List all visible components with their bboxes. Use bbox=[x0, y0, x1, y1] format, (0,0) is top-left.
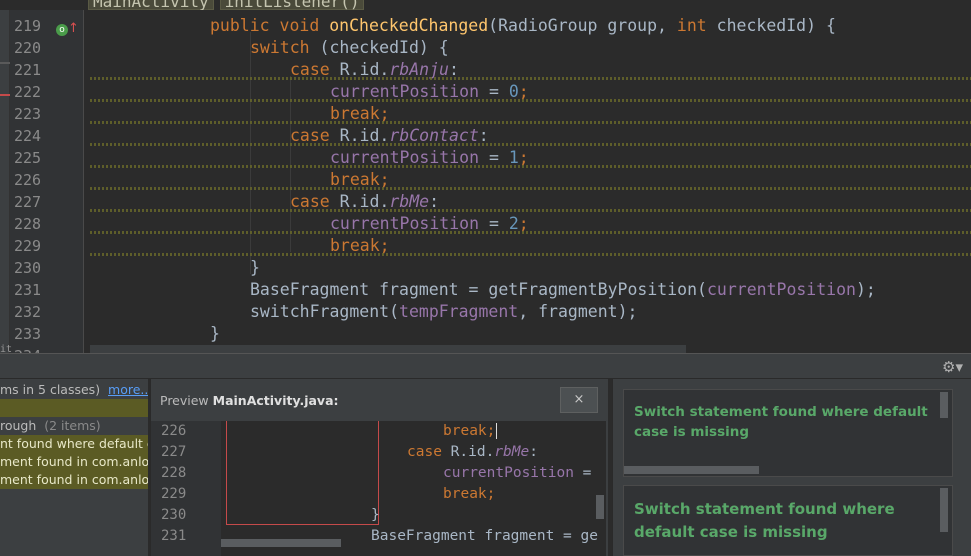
problem-description-panel: Switch statement found where default cas… bbox=[612, 379, 971, 556]
line-number: 223 bbox=[14, 105, 42, 123]
code-line-230: } bbox=[250, 258, 260, 277]
line-number: 230 bbox=[161, 507, 187, 523]
line-number: 231 bbox=[161, 528, 187, 544]
line-number: 226 bbox=[14, 171, 42, 189]
more-link[interactable]: more... bbox=[108, 382, 148, 397]
line-number: 226 bbox=[161, 423, 187, 439]
code-line-220: switch (checkedId) { bbox=[250, 38, 449, 57]
indent-guide bbox=[250, 32, 251, 274]
problem-text: Switch statement found where default cas… bbox=[634, 404, 928, 440]
breadcrumb-method[interactable]: initListener() bbox=[219, 0, 365, 11]
line-number: 232 bbox=[14, 303, 42, 321]
preview-code[interactable]: break; case R.id.rbMe: currentPosition =… bbox=[221, 421, 606, 556]
problem-scrollbar[interactable] bbox=[940, 392, 948, 418]
editor-gutter: 219 220 221 222 223 224 225 226 227 228 … bbox=[10, 10, 84, 365]
tree-group[interactable]: rough (2 items) bbox=[0, 417, 101, 435]
preview-vertical-scrollbar[interactable] bbox=[596, 495, 604, 519]
code-line-232: switchFragment(tempFragment, fragment); bbox=[250, 302, 638, 321]
warning-underline bbox=[90, 143, 971, 146]
highlight-box bbox=[226, 421, 379, 525]
problem-text: Switch statement found where default cas… bbox=[634, 500, 895, 541]
indent-guide bbox=[290, 76, 291, 252]
line-number: 229 bbox=[161, 486, 187, 502]
warning-underline bbox=[90, 231, 971, 234]
override-arrow-icon[interactable]: ↑ bbox=[68, 21, 79, 36]
inspection-results-tree[interactable]: ms in 5 classes) more... rough (2 items)… bbox=[0, 379, 148, 556]
line-number: 231 bbox=[14, 281, 42, 299]
close-icon[interactable]: × bbox=[574, 392, 585, 407]
gear-icon[interactable]: ⚙▾ bbox=[942, 358, 963, 376]
close-button[interactable]: × bbox=[560, 387, 598, 413]
line-number: 228 bbox=[14, 215, 42, 233]
strip-marker bbox=[0, 62, 10, 64]
warning-underline bbox=[90, 209, 971, 212]
tree-row-blank[interactable] bbox=[0, 399, 148, 417]
warning-underline bbox=[90, 77, 971, 80]
preview-line-231: BaseFragment fragment = ge bbox=[371, 528, 598, 544]
warning-underline bbox=[90, 121, 971, 124]
line-number: 227 bbox=[14, 193, 42, 211]
code-line-233: } bbox=[210, 324, 220, 343]
problem-scrollbar[interactable] bbox=[940, 488, 948, 532]
problem-h-scrollbar[interactable] bbox=[624, 466, 759, 474]
problem-card: Switch statement found where default cas… bbox=[623, 389, 953, 477]
tree-item[interactable]: ment found in com.anloq. bbox=[0, 471, 148, 489]
preview-gutter: 226 227 228 229 230 231 bbox=[151, 421, 221, 556]
line-number: 222 bbox=[14, 83, 42, 101]
left-tool-strip bbox=[0, 10, 10, 353]
tree-item[interactable]: ment found in com.anloq. bbox=[0, 453, 148, 471]
code-line-219: public void onCheckedChanged(RadioGroup … bbox=[210, 16, 836, 35]
preview-line-226: break; bbox=[443, 423, 498, 439]
override-icon[interactable]: o bbox=[56, 24, 68, 36]
breadcrumb: MainActivity initListener() bbox=[88, 0, 365, 11]
preview-line-229: break; bbox=[443, 486, 496, 502]
editor-horizontal-scrollbar[interactable] bbox=[90, 345, 686, 353]
code-editor[interactable]: public void onCheckedChanged(RadioGroup … bbox=[84, 10, 971, 353]
preview-line-227: case R.id.rbMe: bbox=[407, 444, 538, 460]
breadcrumb-class[interactable]: MainActivity bbox=[88, 0, 214, 11]
line-number: 228 bbox=[161, 465, 187, 481]
warning-underline bbox=[90, 99, 971, 102]
line-number: 229 bbox=[14, 237, 42, 255]
line-number: 220 bbox=[14, 39, 42, 57]
preview-line-228: currentPosition = bbox=[443, 465, 592, 481]
line-number: 219 bbox=[14, 17, 42, 35]
tree-item[interactable]: nt found where default ca bbox=[0, 435, 148, 453]
line-number: 230 bbox=[14, 259, 42, 277]
preview-horizontal-scrollbar[interactable] bbox=[221, 539, 341, 547]
line-number: 227 bbox=[161, 444, 187, 460]
tool-window-header: ⚙▾ bbox=[0, 353, 971, 379]
preview-title: Preview MainActivity.java: bbox=[160, 393, 339, 408]
results-summary: ms in 5 classes) more... bbox=[0, 381, 148, 399]
strip-error-marker bbox=[0, 94, 10, 96]
warning-underline bbox=[90, 187, 971, 190]
warning-underline bbox=[90, 253, 971, 256]
line-number: 221 bbox=[14, 61, 42, 79]
code-line-231: BaseFragment fragment = getFragmentByPos… bbox=[250, 280, 876, 299]
preview-line-230: } bbox=[371, 507, 380, 523]
preview-panel: Preview MainActivity.java: × 226 227 228… bbox=[150, 379, 608, 556]
warning-underline bbox=[90, 165, 971, 168]
line-number: 225 bbox=[14, 149, 42, 167]
problem-card: Switch statement found where default cas… bbox=[623, 485, 953, 556]
line-number: 233 bbox=[14, 325, 42, 343]
line-number: 224 bbox=[14, 127, 42, 145]
